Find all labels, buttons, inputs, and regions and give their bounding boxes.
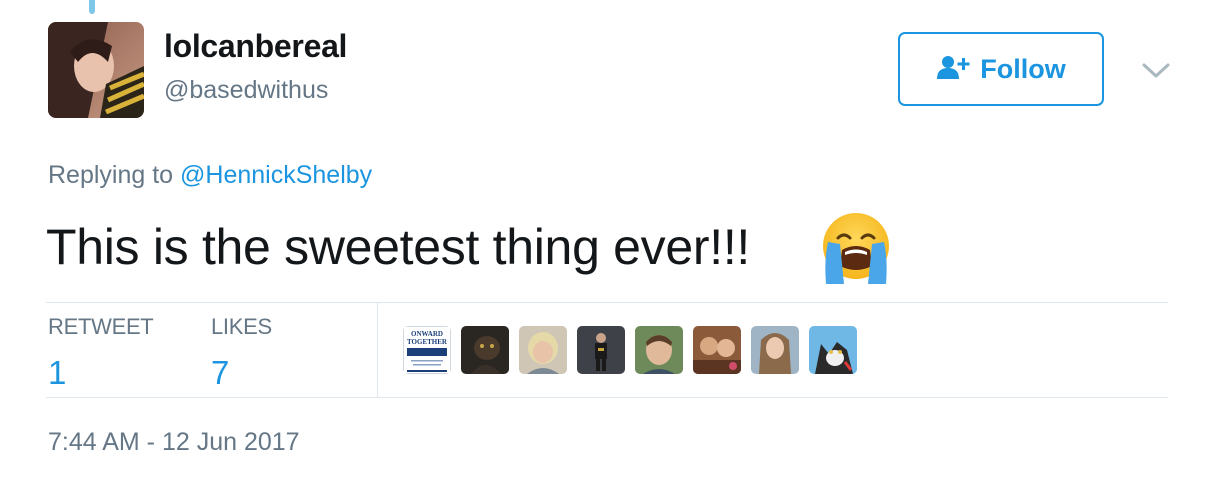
liker-avatar-6[interactable] (693, 326, 741, 374)
stats-divider (377, 303, 378, 397)
reply-mention-link[interactable]: @HennickShelby (180, 161, 372, 189)
follow-button[interactable]: Follow (898, 32, 1104, 106)
avatar[interactable] (48, 22, 144, 118)
likes-label: LIKES (211, 314, 272, 339)
follow-button-label: Follow (980, 53, 1066, 84)
likes-stat[interactable]: LIKES 7 (211, 314, 272, 392)
liker-avatar-5[interactable] (635, 326, 683, 374)
liker-avatar-7[interactable] (751, 326, 799, 374)
liker-avatar-4[interactable] (577, 326, 625, 374)
thread-connector-line (89, 0, 95, 14)
divider-bottom (46, 397, 1168, 398)
chevron-down-icon[interactable] (1140, 58, 1172, 82)
divider-top (46, 302, 1168, 303)
liker-avatar-onward-together[interactable]: ONWARD TOGETHER (403, 326, 451, 374)
onward-logo-line-1: ONWARD (411, 330, 443, 338)
liker-avatars: ONWARD TOGETHER (403, 326, 857, 374)
retweet-label: RETWEET (48, 314, 154, 339)
liker-avatar-3[interactable] (519, 326, 567, 374)
loudly-crying-face-emoji (818, 210, 894, 286)
tweet-text: This is the sweetest thing ever!!! (46, 219, 751, 275)
username[interactable]: @basedwithus (164, 76, 328, 105)
follow-person-plus-icon (936, 54, 970, 85)
likes-count: 7 (211, 354, 230, 391)
liker-avatar-2[interactable] (461, 326, 509, 374)
tweet-timestamp[interactable]: 7:44 AM - 12 Jun 2017 (48, 428, 300, 457)
onward-logo-line-2: TOGETHER (407, 338, 448, 346)
replying-prefix: Replying to (48, 161, 181, 189)
replying-to: Replying to @HennickShelby (48, 161, 372, 190)
retweet-stat[interactable]: RETWEET 1 (48, 314, 154, 392)
display-name[interactable]: lolcanbereal (164, 28, 347, 65)
liker-avatar-8[interactable] (809, 326, 857, 374)
retweet-count: 1 (48, 354, 67, 391)
